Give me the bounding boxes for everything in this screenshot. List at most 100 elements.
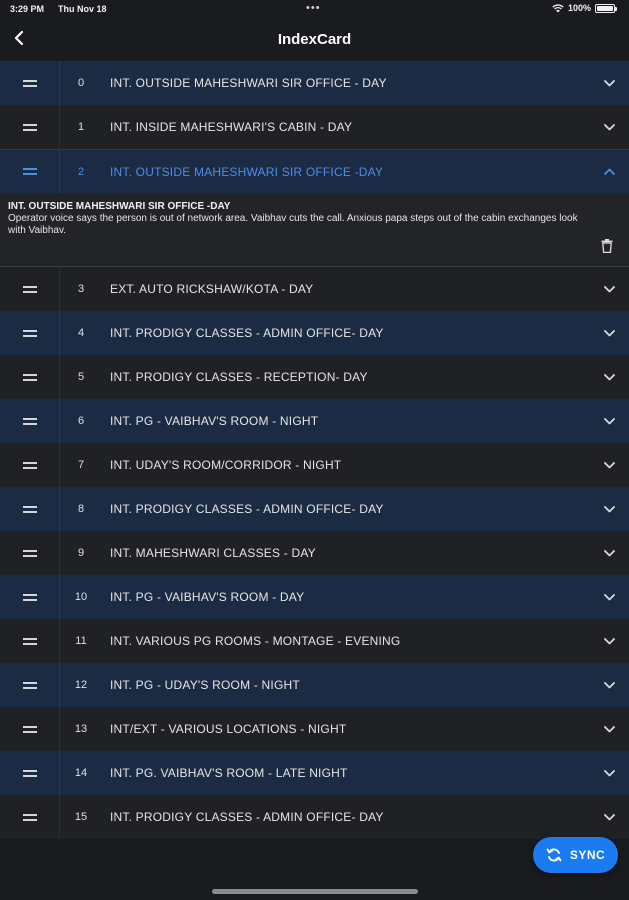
expand-toggle[interactable] [589, 751, 629, 795]
drag-handle-icon[interactable] [0, 663, 60, 707]
scene-title: INT. OUTSIDE MAHESHWARI SIR OFFICE -DAY [110, 164, 384, 179]
expand-toggle[interactable] [589, 311, 629, 355]
chevron-down-icon [603, 813, 615, 820]
drag-handle-icon[interactable] [0, 795, 60, 839]
scene-row[interactable]: 1 INT. INSIDE MAHESHWARI'S CABIN - DAY [0, 105, 629, 149]
drag-handle-icon[interactable] [0, 487, 60, 531]
scene-row[interactable]: 6 INT. PG - VAIBHAV'S ROOM - NIGHT [0, 399, 629, 443]
chevron-down-icon [603, 549, 615, 556]
chevron-down-icon [603, 593, 615, 600]
scene-number: 13 [74, 723, 88, 735]
multitasking-dots[interactable]: ••• [306, 2, 321, 14]
wifi-icon [552, 3, 564, 12]
drag-handle-icon[interactable] [0, 149, 60, 194]
drag-handle-icon[interactable] [0, 399, 60, 443]
drag-handle-icon[interactable] [0, 267, 60, 311]
scene-number: 9 [77, 547, 85, 559]
scene-number: 0 [77, 77, 85, 89]
drag-handle-icon[interactable] [0, 105, 60, 149]
delete-button[interactable] [601, 239, 615, 255]
scene-number: 14 [74, 767, 88, 779]
scene-row[interactable]: 13 INT/EXT - VARIOUS LOCATIONS - NIGHT [0, 707, 629, 751]
expand-toggle[interactable] [589, 531, 629, 575]
scene-row[interactable]: 7 INT. UDAY'S ROOM/CORRIDOR - NIGHT [0, 443, 629, 487]
scene-row[interactable]: 0 INT. OUTSIDE MAHESHWARI SIR OFFICE - DA… [0, 61, 629, 105]
scene-title: INT. PG - UDAY'S ROOM - NIGHT [110, 678, 300, 692]
scene-list: 0 INT. OUTSIDE MAHESHWARI SIR OFFICE - DA… [0, 61, 629, 839]
chevron-down-icon [603, 417, 615, 424]
drag-handle-icon[interactable] [0, 707, 60, 751]
sync-button[interactable]: SYNC [533, 837, 618, 873]
expand-toggle[interactable] [589, 355, 629, 399]
status-date: Thu Nov 18 [58, 4, 107, 14]
expand-toggle[interactable] [589, 399, 629, 443]
drag-handle-icon[interactable] [0, 751, 60, 795]
battery-icon [595, 3, 617, 13]
expand-toggle[interactable] [589, 795, 629, 839]
status-right: 100% [552, 3, 617, 13]
chevron-down-icon [603, 769, 615, 776]
scene-row[interactable]: 10 INT. PG - VAIBHAV'S ROOM - DAY [0, 575, 629, 619]
scene-row[interactable]: 14 INT. PG. VAIBHAV'S ROOM - LATE NIGHT [0, 751, 629, 795]
home-indicator[interactable] [212, 889, 418, 894]
expand-toggle[interactable] [589, 663, 629, 707]
scene-title: INT. OUTSIDE MAHESHWARI SIR OFFICE - DAY [110, 76, 387, 90]
chevron-down-icon [603, 123, 615, 130]
scene-number: 1 [77, 121, 85, 133]
scene-row[interactable]: 9 INT. MAHESHWARI CLASSES - DAY [0, 531, 629, 575]
chevron-up-icon [603, 168, 615, 175]
chevron-down-icon [603, 725, 615, 732]
chevron-down-icon [603, 79, 615, 86]
scene-title: INT. PRODIGY CLASSES - RECEPTION- DAY [110, 370, 368, 384]
scene-title: INT. PG - VAIBHAV'S ROOM - NIGHT [110, 414, 319, 428]
scene-row[interactable]: 5 INT. PRODIGY CLASSES - RECEPTION- DAY [0, 355, 629, 399]
chevron-down-icon [603, 285, 615, 292]
scene-title: INT. VARIOUS PG ROOMS - MONTAGE - EVENIN… [110, 634, 401, 648]
drag-handle-icon[interactable] [0, 61, 60, 105]
drag-handle-icon[interactable] [0, 619, 60, 663]
expand-toggle[interactable] [589, 443, 629, 487]
scene-title: INT. MAHESHWARI CLASSES - DAY [110, 546, 316, 560]
trash-icon [601, 239, 613, 254]
scene-number: 7 [77, 459, 85, 471]
scene-number: 11 [75, 635, 87, 647]
scene-title: INT/EXT - VARIOUS LOCATIONS - NIGHT [110, 722, 347, 736]
expand-toggle[interactable] [589, 150, 629, 194]
scene-number: 15 [74, 811, 88, 823]
scene-row[interactable]: 15 INT. PRODIGY CLASSES - ADMIN OFFICE- D… [0, 795, 629, 839]
drag-handle-icon[interactable] [0, 355, 60, 399]
scene-title: INT. PG - VAIBHAV'S ROOM - DAY [110, 590, 305, 604]
drag-handle-icon[interactable] [0, 443, 60, 487]
scene-row[interactable]: 4 INT. PRODIGY CLASSES - ADMIN OFFICE- DA… [0, 311, 629, 355]
page-title: IndexCard [277, 31, 352, 48]
chevron-down-icon [603, 505, 615, 512]
sync-label: SYNC [569, 848, 606, 862]
drag-handle-icon[interactable] [0, 531, 60, 575]
scene-row[interactable]: 3 EXT. AUTO RICKSHAW/KOTA - DAY [0, 267, 629, 311]
scene-row[interactable]: 11 INT. VARIOUS PG ROOMS - MONTAGE - EVEN… [0, 619, 629, 663]
drag-handle-icon[interactable] [0, 311, 60, 355]
scene-detail-heading: INT. OUTSIDE MAHESHWARI SIR OFFICE -DAY [8, 201, 231, 212]
expand-toggle[interactable] [589, 619, 629, 663]
expand-toggle[interactable] [589, 267, 629, 311]
chevron-down-icon [603, 637, 615, 644]
scene-detail: INT. OUTSIDE MAHESHWARI SIR OFFICE -DAY O… [0, 193, 629, 267]
scene-title: INT. PRODIGY CLASSES - ADMIN OFFICE- DAY [110, 810, 384, 824]
expand-toggle[interactable] [589, 487, 629, 531]
battery-percent: 100% [567, 3, 591, 13]
expand-toggle[interactable] [589, 575, 629, 619]
scene-row[interactable]: 2 INT. OUTSIDE MAHESHWARI SIR OFFICE -DAY [0, 149, 629, 194]
expand-toggle[interactable] [589, 707, 629, 751]
chevron-down-icon [603, 461, 615, 468]
scene-number: 3 [77, 283, 85, 295]
scene-title: INT. PG. VAIBHAV'S ROOM - LATE NIGHT [110, 766, 348, 780]
scene-row[interactable]: 8 INT. PRODIGY CLASSES - ADMIN OFFICE- DA… [0, 487, 629, 531]
chevron-down-icon [603, 681, 615, 688]
drag-handle-icon[interactable] [0, 575, 60, 619]
status-bar: 3:29 PM Thu Nov 18 ••• 100% [0, 0, 629, 18]
scene-number: 5 [77, 371, 85, 383]
scene-row[interactable]: 12 INT. PG - UDAY'S ROOM - NIGHT [0, 663, 629, 707]
expand-toggle[interactable] [589, 105, 629, 149]
status-time: 3:29 PM [10, 4, 45, 14]
expand-toggle[interactable] [589, 61, 629, 105]
